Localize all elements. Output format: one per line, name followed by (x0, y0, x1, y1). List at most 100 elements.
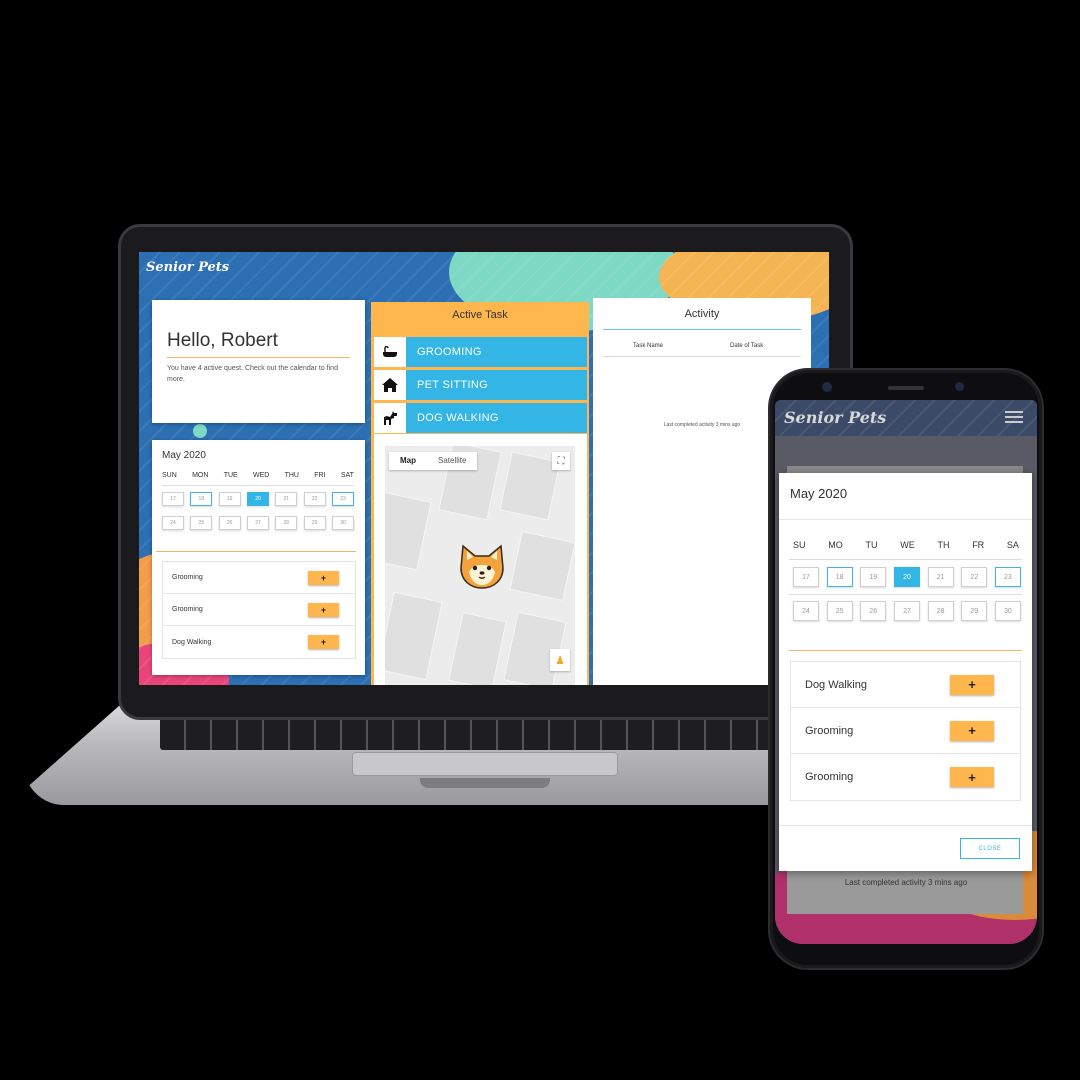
divider (603, 356, 801, 357)
calendar-day[interactable]: 29 (961, 601, 988, 621)
divider (789, 594, 1022, 595)
weekday-label: SA (1006, 540, 1019, 550)
calendar-day[interactable]: 25 (190, 516, 213, 530)
task-label: PET SITTING (406, 370, 587, 400)
calendar-day[interactable]: 26 (218, 516, 241, 530)
add-service-button[interactable]: + (308, 602, 339, 617)
greeting-card: Hello, Robert You have 4 active quest. C… (152, 300, 365, 423)
divider (779, 519, 1032, 520)
list-item: Grooming + (163, 594, 355, 626)
calendar-day[interactable]: 17 (162, 492, 184, 506)
add-service-button[interactable]: + (950, 767, 994, 787)
close-button[interactable]: CLOSE (960, 838, 1020, 859)
calendar-day[interactable]: 25 (826, 601, 853, 621)
calendar-day[interactable]: 29 (303, 516, 326, 530)
divider (162, 485, 354, 486)
dog-icon (374, 403, 406, 433)
calendar-day[interactable]: 23 (994, 567, 1021, 587)
service-list: Grooming + Grooming + Dog Walking + (162, 561, 356, 659)
task-pet-sitting[interactable]: PET SITTING (374, 370, 587, 400)
calendar-day[interactable]: 30 (994, 601, 1021, 621)
tab-satellite[interactable]: Satellite (427, 452, 477, 470)
service-list: Dog Walking + Grooming + Grooming + (790, 661, 1021, 801)
task-label: DOG WALKING (406, 403, 587, 433)
map-canvas[interactable]: Map Satellite ⛶ ♟ (385, 446, 575, 685)
calendar-day[interactable]: 28 (275, 516, 298, 530)
home-icon (374, 370, 406, 400)
add-service-button[interactable]: + (308, 570, 339, 585)
phone-sensor (955, 382, 964, 391)
active-task-panel: Active Task GROOMING PET SITTING DOG WAL… (371, 302, 589, 685)
brand-logo[interactable]: Senior Pets (784, 408, 886, 427)
tab-map[interactable]: Map (389, 452, 427, 470)
calendar-day[interactable]: 28 (927, 601, 954, 621)
service-label: Dog Walking (172, 638, 212, 646)
divider (603, 329, 801, 330)
calendar-day[interactable]: 24 (162, 516, 184, 530)
calendar-day[interactable]: 26 (860, 601, 887, 621)
map-block (385, 591, 443, 681)
greeting-title: Hello, Robert (167, 330, 278, 351)
add-service-button[interactable]: + (950, 720, 994, 741)
fullscreen-icon[interactable]: ⛶ (552, 452, 570, 470)
divider (789, 650, 1022, 651)
task-dog-walking[interactable]: DOG WALKING (374, 403, 587, 433)
calendar-day-today[interactable]: 20 (893, 567, 920, 587)
calendar-day[interactable]: 22 (961, 567, 988, 587)
weekday-label: SAT (340, 472, 354, 479)
divider (779, 825, 1032, 826)
weekday-label: WED (252, 472, 270, 479)
brand-logo[interactable]: Senior Pets (146, 260, 229, 275)
weekday-label: MO (828, 540, 843, 550)
activity-footer: Last completed activity 3 mins ago (844, 878, 968, 887)
calendar-week: 17 18 19 20 21 22 23 (793, 567, 1021, 587)
calendar-day[interactable]: 23 (331, 492, 354, 506)
weekday-header: SUN MON TUE WED THU FRI SAT (162, 472, 354, 479)
calendar-day[interactable]: 17 (793, 567, 819, 587)
laptop-screen: Senior Pets Hello, Robert You have 4 act… (139, 252, 829, 685)
column-header-task[interactable]: Task Name (633, 343, 663, 349)
weekday-label: THU (284, 472, 299, 479)
calendar-day[interactable]: 18 (190, 492, 213, 506)
bathtub-icon (374, 337, 406, 367)
shiba-marker-icon[interactable] (457, 542, 507, 590)
phone-camera (822, 382, 832, 392)
task-grooming[interactable]: GROOMING (374, 337, 587, 367)
list-item: Grooming + (791, 754, 1020, 800)
map-block (509, 530, 575, 602)
divider (156, 551, 356, 552)
calendar-day[interactable]: 19 (860, 567, 887, 587)
calendar-day[interactable]: 21 (275, 492, 298, 506)
calendar-card: May 2020 SUN MON TUE WED THU FRI SAT 17 … (152, 440, 365, 675)
add-service-button[interactable]: + (950, 674, 994, 695)
calendar-day[interactable]: 27 (246, 516, 269, 530)
hamburger-menu-icon[interactable] (1005, 411, 1023, 423)
calendar-month: May 2020 (162, 450, 206, 461)
map-block (448, 612, 507, 685)
weekday-header: SU MO TU WE TH FR SA (793, 540, 1019, 550)
add-service-button[interactable]: + (308, 635, 339, 649)
calendar-day[interactable]: 21 (927, 567, 954, 587)
street-view-icon[interactable]: ♟ (550, 649, 570, 671)
service-label: Grooming (805, 724, 854, 737)
calendar-day-today[interactable]: 20 (246, 492, 269, 506)
calendar-day[interactable]: 18 (826, 567, 853, 587)
calendar-day[interactable]: 30 (331, 516, 354, 530)
calendar-day[interactable]: 24 (793, 601, 819, 621)
map-widget[interactable]: Map Satellite ⛶ ♟ (374, 434, 587, 685)
weekday-label: TH (937, 540, 950, 550)
calendar-week: 17 18 19 20 21 22 23 (162, 492, 354, 506)
calendar-week: 24 25 26 27 28 29 30 (793, 601, 1021, 621)
column-header-date[interactable]: Date of Task (730, 343, 763, 349)
greeting-subtitle: You have 4 active quest. Check out the c… (167, 365, 338, 383)
calendar-day[interactable]: 27 (893, 601, 920, 621)
laptop-trackpad (352, 752, 618, 776)
calendar-day[interactable]: 19 (218, 492, 241, 506)
weekday-label: WE (900, 540, 915, 550)
weekday-label: SUN (162, 472, 177, 479)
divider (789, 559, 1022, 560)
phone-screen: Senior Pets Last completed activity 3 mi… (775, 400, 1037, 944)
service-label: Grooming (805, 771, 854, 783)
phone-header: Senior Pets (775, 400, 1037, 436)
calendar-day[interactable]: 22 (303, 492, 326, 506)
